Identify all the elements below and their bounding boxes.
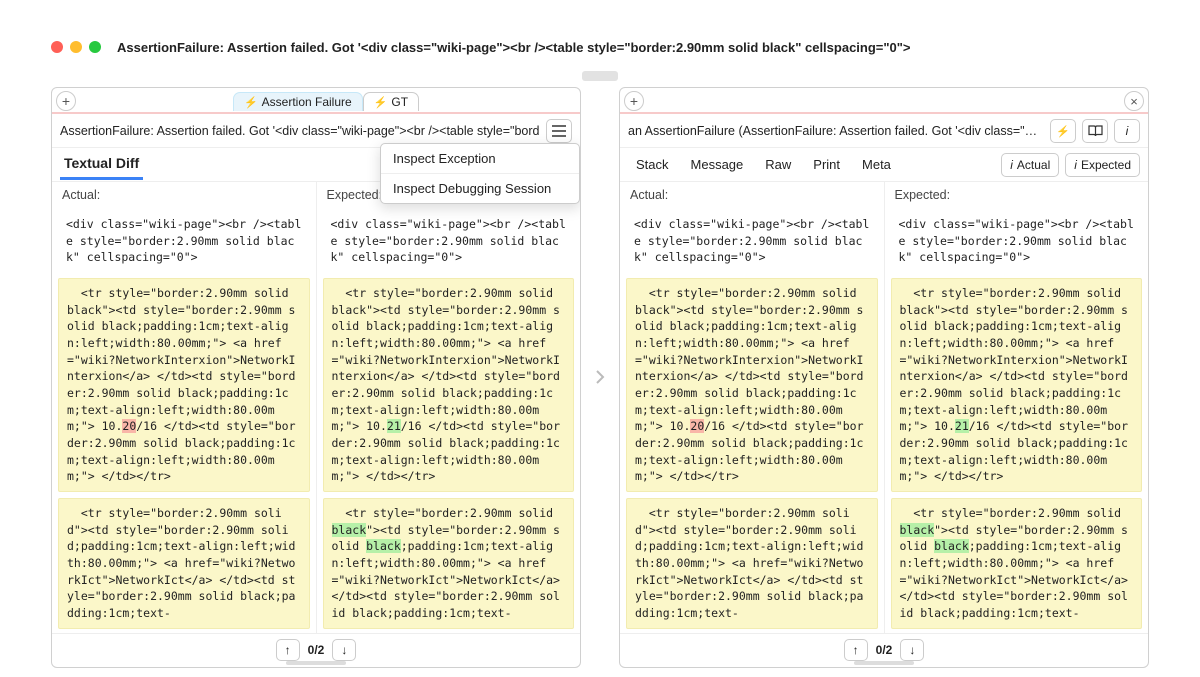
actual-button[interactable]: iActual [1001,153,1059,177]
diff-block: <tr style="border:2.90mm solid black"><t… [891,498,1143,629]
hamburger-button[interactable] [546,119,572,143]
diff-added-mark: black [934,539,969,553]
minimize-window-icon[interactable] [70,41,82,53]
diff-blocks: <div class="wiki-page"><br /><table styl… [620,206,884,633]
diff-removed-mark: 20 [122,419,136,433]
zoom-window-icon[interactable] [89,41,101,53]
close-window-icon[interactable] [51,41,63,53]
diff-blocks: <div class="wiki-page"><br /><table styl… [317,206,581,633]
diff-block: <div class="wiki-page"><br /><table styl… [891,210,1143,272]
diff-blocks: <div class="wiki-page"><br /><table styl… [52,206,316,633]
breadcrumb: an AssertionFailure (AssertionFailure: A… [628,124,1044,138]
stack-tab[interactable]: Stack [628,153,677,176]
diff-block: <tr style="border:2.90mm solid"><td styl… [626,498,878,629]
traffic-lights [51,41,101,53]
bolt-icon [244,95,258,109]
diff-added-mark: black [900,523,935,537]
bolt-icon [374,95,388,109]
breadcrumb: AssertionFailure: Assertion failed. Got … [60,124,540,138]
expected-label: Expected [1081,158,1131,172]
left-pane: + Assertion Failure GT AssertionFailure:… [51,87,581,668]
chevron-right-icon [593,367,607,387]
expected-column: Expected: <div class="wiki-page"><br /><… [885,182,1149,633]
menu-inspect-debugging-session[interactable]: Inspect Debugging Session [381,173,579,203]
column-header: Actual: [620,182,884,206]
right-pane: + × an AssertionFailure (AssertionFailur… [619,87,1149,668]
raw-tab[interactable]: Raw [757,153,799,176]
info-button[interactable]: i [1114,119,1140,143]
expected-button[interactable]: iExpected [1065,153,1140,177]
tabstrip-right: + × [620,88,1148,114]
tab-assertion-failure[interactable]: Assertion Failure [233,92,363,111]
column-header: Actual: [52,182,316,206]
hamburger-icon [552,125,566,137]
tabstrip-left: + Assertion Failure GT [52,88,580,114]
toolbar-right: an AssertionFailure (AssertionFailure: A… [620,114,1148,148]
actual-column: Actual: <div class="wiki-page"><br /><ta… [620,182,885,633]
tab-label: Assertion Failure [262,95,352,109]
diff-block: <div class="wiki-page"><br /><table styl… [323,210,575,272]
diff-block: <tr style="border:2.90mm solid"><td styl… [58,498,310,629]
diff-block: <tr style="border:2.90mm solid black"><t… [323,498,575,629]
diff-blocks: <div class="wiki-page"><br /><table styl… [885,206,1149,633]
drag-handle[interactable] [854,661,914,665]
diff-block: <tr style="border:2.90mm solid black"><t… [58,278,310,492]
diff-block: <tr style="border:2.90mm solid black"><t… [626,278,878,492]
next-diff-button[interactable]: ↓ [332,639,356,661]
pager-left: ↑ 0/2 ↓ [52,633,580,667]
add-tab-button[interactable]: + [56,91,76,111]
tab-gt[interactable]: GT [363,92,419,111]
textual-diff-tab[interactable]: Textual Diff [60,149,143,180]
message-tab[interactable]: Message [683,153,752,176]
app-window: AssertionFailure: Assertion failed. Got … [0,0,1200,677]
meta-tab[interactable]: Meta [854,153,899,176]
column-header: Expected: [885,182,1149,206]
toolbar-left: AssertionFailure: Assertion failed. Got … [52,114,580,148]
titlebar: AssertionFailure: Assertion failed. Got … [51,33,1149,61]
diff-removed-mark: 20 [690,419,704,433]
print-tab[interactable]: Print [805,153,848,176]
subnav-right: Stack Message Raw Print Meta iActual iEx… [620,148,1148,182]
book-button[interactable] [1082,119,1108,143]
add-tab-button[interactable]: + [624,91,644,111]
pager-right: ↑ 0/2 ↓ [620,633,1148,667]
next-diff-button[interactable]: ↓ [900,639,924,661]
bolt-icon [1056,124,1070,138]
book-icon [1088,125,1103,137]
diff-added-mark: 21 [387,419,401,433]
diff-added-mark: 21 [955,419,969,433]
prev-diff-button[interactable]: ↑ [844,639,868,661]
diff-block: <div class="wiki-page"><br /><table styl… [58,210,310,272]
actual-label: Actual [1017,158,1050,172]
tab-label: GT [391,95,408,109]
pager-text: 0/2 [876,643,893,657]
toolbar-handle [51,71,1149,81]
diff-block: <tr style="border:2.90mm solid black"><t… [323,278,575,492]
expected-column: Expected: <div class="wiki-page"><br /><… [317,182,581,633]
bolt-button[interactable] [1050,119,1076,143]
pane-divider[interactable] [581,87,619,668]
context-menu: Inspect Exception Inspect Debugging Sess… [380,143,580,204]
drag-handle[interactable] [286,661,346,665]
diff-added-mark: black [366,539,401,553]
diff-block: <tr style="border:2.90mm solid black"><t… [891,278,1143,492]
diff-added-mark: black [332,523,367,537]
diff-area-right: Actual: <div class="wiki-page"><br /><ta… [620,182,1148,633]
diff-area-left: Actual: <div class="wiki-page"><br /><ta… [52,182,580,633]
diff-block: <div class="wiki-page"><br /><table styl… [626,210,878,272]
window-title: AssertionFailure: Assertion failed. Got … [117,40,911,55]
prev-diff-button[interactable]: ↑ [276,639,300,661]
actual-column: Actual: <div class="wiki-page"><br /><ta… [52,182,317,633]
pager-text: 0/2 [308,643,325,657]
close-tab-button[interactable]: × [1124,91,1144,111]
menu-inspect-exception[interactable]: Inspect Exception [381,144,579,173]
